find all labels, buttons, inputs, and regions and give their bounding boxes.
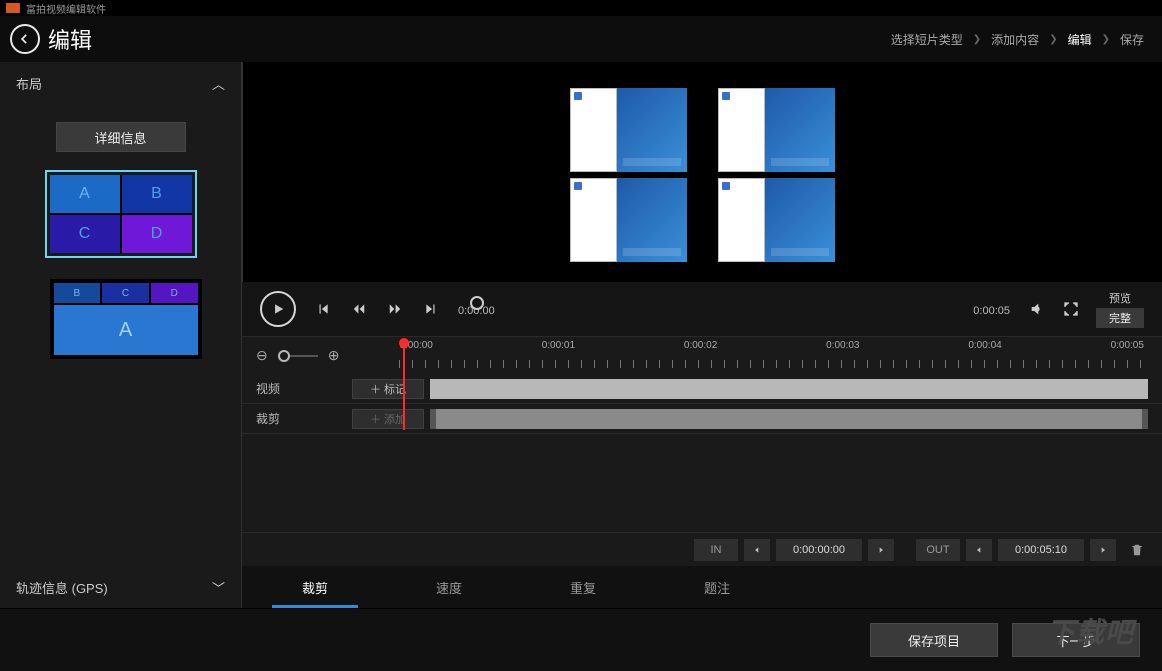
track-video: 视频 ＋ 标记 — [242, 374, 1162, 404]
breadcrumb: 选择短片类型 ❯ 添加内容 ❯ 编辑 ❯ 保存 — [891, 31, 1144, 48]
add-marker-button[interactable]: ＋ 标记 — [352, 379, 424, 399]
section-gps-label: 轨迹信息 (GPS) — [16, 578, 108, 597]
transport-bar: 0:00:00 0:00:05 预览 完整 — [242, 282, 1162, 336]
chevron-up-icon: ︿ — [212, 74, 225, 93]
preview-cell-b — [718, 88, 836, 172]
zoom-in-button[interactable]: ⊕ — [328, 347, 340, 364]
crumb-save[interactable]: 保存 — [1120, 31, 1144, 48]
zoom-slider[interactable] — [278, 355, 318, 357]
clip-handle-right[interactable] — [1142, 409, 1148, 429]
preview-label: 预览 — [1109, 290, 1131, 306]
track-crop: 裁剪 ＋ 添加 — [242, 404, 1162, 434]
delete-button[interactable] — [1126, 539, 1148, 561]
bottom-bar: 下载吧 保存项目 下一步 — [0, 609, 1162, 671]
crumb-select-type[interactable]: 选择短片类型 — [891, 31, 963, 48]
out-prev-button[interactable] — [966, 539, 992, 561]
timeline-ruler: ⊖ ⊕ 0:00:00 0:00:01 0:00:02 0:00:03 0:00… — [242, 336, 1162, 374]
skip-end-button[interactable] — [422, 300, 440, 318]
crop-clip[interactable] — [430, 409, 1148, 429]
preview-cell-c — [570, 178, 688, 262]
play-button[interactable] — [260, 291, 296, 327]
app-title: 富拍视频编辑软件 — [26, 1, 106, 16]
time-total: 0:00:05 — [973, 305, 1010, 317]
app-icon — [6, 3, 20, 13]
time-ruler[interactable]: 0:00:00 0:00:01 0:00:02 0:00:03 0:00:04 … — [399, 340, 1148, 372]
zoom-out-button[interactable]: ⊖ — [256, 347, 268, 364]
header: 编辑 选择短片类型 ❯ 添加内容 ❯ 编辑 ❯ 保存 — [0, 16, 1162, 62]
chevron-right-icon: ❯ — [973, 34, 981, 45]
section-layout-label: 布局 — [16, 74, 42, 93]
in-out-bar: IN 0:00:00:00 OUT 0:00:05:10 — [242, 532, 1162, 566]
clip-handle-left[interactable] — [430, 409, 436, 429]
section-gps-head[interactable]: 轨迹信息 (GPS) ﹀ — [0, 566, 241, 608]
volume-button[interactable] — [1028, 300, 1046, 318]
add-crop-button[interactable]: ＋ 添加 — [352, 409, 424, 429]
video-clip[interactable] — [430, 379, 1148, 399]
editor-tabs: 裁剪 速度 重复 题注 — [242, 566, 1162, 608]
preview-cell-d — [718, 178, 836, 262]
fullscreen-button[interactable] — [1062, 300, 1080, 318]
in-prev-button[interactable] — [744, 539, 770, 561]
next-step-button[interactable]: 下一步 — [1012, 623, 1140, 657]
crumb-add-content[interactable]: 添加内容 — [991, 31, 1039, 48]
back-button[interactable] — [10, 24, 40, 54]
chevron-down-icon: ﹀ — [212, 578, 225, 597]
out-label: OUT — [916, 539, 960, 561]
in-label: IN — [694, 539, 738, 561]
save-project-button[interactable]: 保存项目 — [870, 623, 998, 657]
out-next-button[interactable] — [1090, 539, 1116, 561]
chevron-right-icon: ❯ — [1102, 34, 1110, 45]
frame-back-button[interactable] — [350, 300, 368, 318]
layout-option-quad[interactable]: A B C D — [45, 170, 197, 258]
crumb-edit[interactable]: 编辑 — [1068, 31, 1092, 48]
preview-mode-button[interactable]: 完整 — [1096, 308, 1144, 328]
in-time[interactable]: 0:00:00:00 — [776, 539, 862, 561]
section-layout-head[interactable]: 布局 ︿ — [0, 62, 241, 104]
detail-button[interactable]: 详细信息 — [56, 122, 186, 152]
tab-repeat[interactable]: 重复 — [516, 566, 650, 608]
preview-cell-a — [570, 88, 688, 172]
title-bar: 富拍视频编辑软件 — [0, 0, 1162, 16]
tab-speed[interactable]: 速度 — [382, 566, 516, 608]
out-time[interactable]: 0:00:05:10 — [998, 539, 1084, 561]
skip-start-button[interactable] — [314, 300, 332, 318]
tab-caption[interactable]: 题注 — [650, 566, 784, 608]
preview-area — [242, 62, 1162, 282]
frame-forward-button[interactable] — [386, 300, 404, 318]
in-next-button[interactable] — [868, 539, 894, 561]
tab-crop[interactable]: 裁剪 — [248, 566, 382, 608]
sidebar: 布局 ︿ 详细信息 A B C D B — [0, 62, 242, 608]
layout-option-pip[interactable]: B C D A — [45, 274, 197, 364]
page-title: 编辑 — [48, 23, 92, 55]
chevron-right-icon: ❯ — [1049, 34, 1057, 45]
